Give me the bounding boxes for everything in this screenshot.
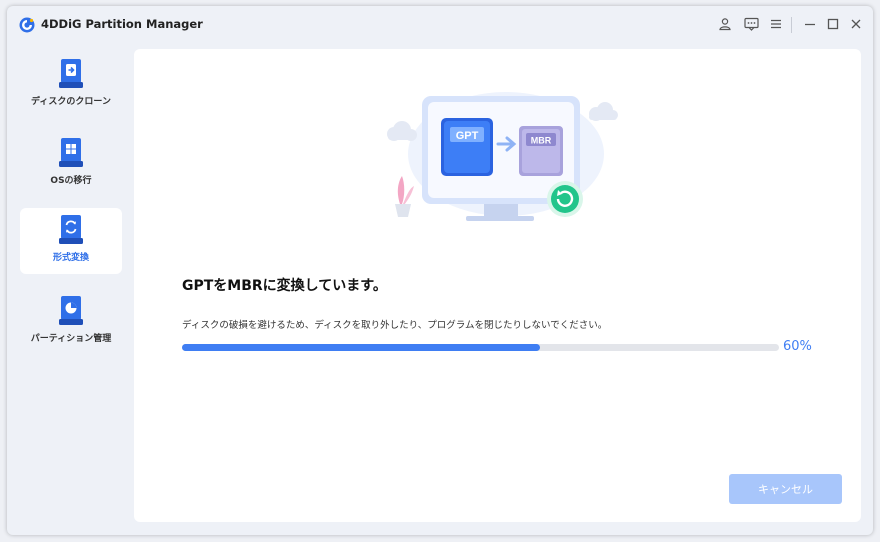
sidebar-item-label: パーティション管理 bbox=[30, 334, 112, 344]
close-icon[interactable] bbox=[847, 15, 865, 33]
feedback-icon[interactable] bbox=[742, 15, 760, 33]
progress-percent: 60% bbox=[783, 339, 812, 354]
main-panel: GPT MBR GPTをMBRに変換しています。 ディスクの破損を避けるため、デ… bbox=[134, 49, 861, 522]
sidebar-item-label: ディスクのクローン bbox=[31, 97, 111, 107]
cancel-button[interactable]: キャンセル bbox=[729, 474, 842, 504]
sidebar-item-label: 形式変換 bbox=[52, 253, 89, 263]
sidebar-item-format-convert[interactable]: 形式変換 bbox=[20, 208, 122, 274]
format-convert-icon bbox=[59, 215, 83, 244]
app-logo-icon bbox=[19, 17, 35, 33]
refresh-badge-icon bbox=[547, 181, 583, 217]
plant-icon bbox=[395, 176, 414, 217]
app-window: 4DDiG Partition Manager ディスクのクローン OSの移行 … bbox=[7, 6, 873, 535]
disk-clone-icon bbox=[59, 59, 83, 88]
progress-bar bbox=[182, 344, 779, 351]
sidebar-item-disk-clone[interactable]: ディスクのクローン bbox=[20, 52, 122, 118]
progress-fill bbox=[182, 344, 541, 351]
maximize-icon[interactable] bbox=[824, 15, 842, 33]
sidebar-item-partition-manage[interactable]: パーティション管理 bbox=[20, 289, 122, 355]
os-migrate-icon bbox=[59, 138, 83, 167]
minimize-icon[interactable] bbox=[801, 15, 819, 33]
illustration-from-label: GPT bbox=[456, 130, 479, 142]
operation-title: GPTをMBRに変換しています。 bbox=[182, 278, 387, 294]
illustration-to-label: MBR bbox=[531, 136, 552, 146]
operation-description: ディスクの破損を避けるため、ディスクを取り外したり、プログラムを閉じたりしないで… bbox=[182, 320, 608, 331]
partition-manage-icon bbox=[59, 296, 83, 325]
app-title: 4DDiG Partition Manager bbox=[41, 17, 203, 31]
cloud-icon bbox=[387, 121, 417, 141]
titlebar: 4DDiG Partition Manager bbox=[7, 6, 873, 44]
sidebar-item-os-migration[interactable]: OSの移行 bbox=[20, 131, 122, 197]
sidebar-item-label: OSの移行 bbox=[50, 176, 92, 186]
conversion-illustration: GPT MBR bbox=[387, 92, 618, 221]
user-icon[interactable] bbox=[716, 15, 734, 33]
titlebar-divider bbox=[791, 17, 792, 33]
cloud-icon bbox=[589, 102, 618, 121]
menu-icon[interactable] bbox=[767, 15, 785, 33]
